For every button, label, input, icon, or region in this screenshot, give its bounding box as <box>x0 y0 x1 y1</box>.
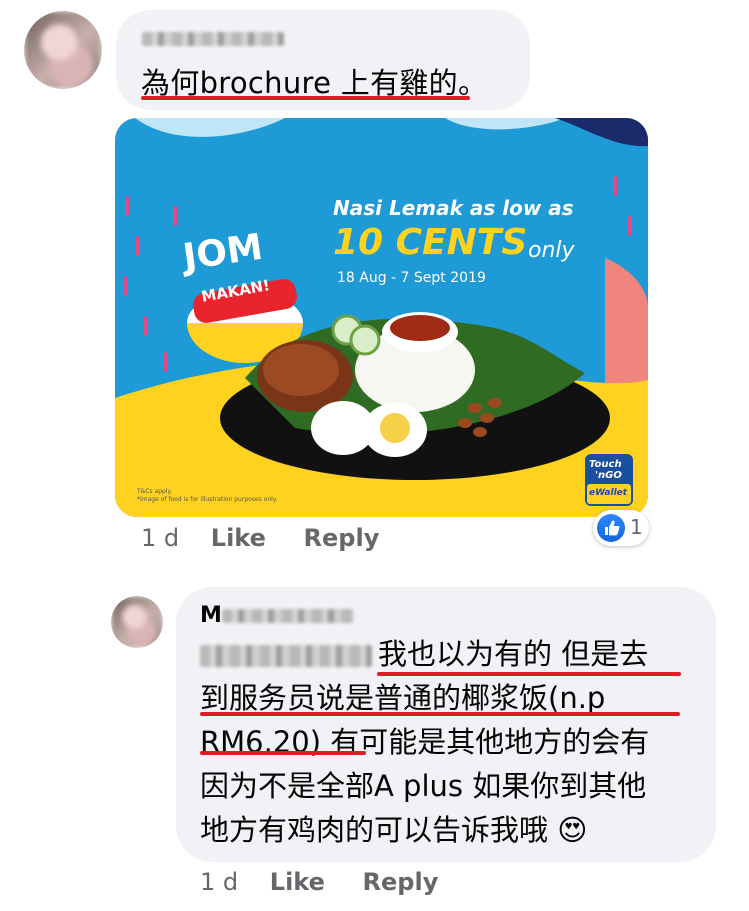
replier-avatar[interactable] <box>111 596 163 648</box>
tng-logo-line3: eWallet <box>589 488 628 498</box>
reply-meta: 1 d Like Reply <box>200 868 438 896</box>
reply-button[interactable]: Reply <box>304 524 380 552</box>
reply-line: RM6.20) 有可能是其他地方的会有 <box>200 725 650 759</box>
promo-disclaimer: *Image of food is for illustration purpo… <box>137 496 278 503</box>
tng-logo-line2: 'nGO <box>595 470 622 481</box>
commenter-name-blurred[interactable] <box>142 32 284 46</box>
like-button[interactable]: Like <box>211 524 266 552</box>
replier-name-blurred[interactable] <box>222 609 354 623</box>
avatar-image <box>24 11 102 89</box>
reply-time[interactable]: 1 d <box>200 868 238 896</box>
promo-only: only <box>528 238 575 263</box>
reply-button[interactable]: Reply <box>363 868 439 896</box>
promo-dates: 18 Aug - 7 Sept 2019 <box>337 270 486 286</box>
promo-headline: Nasi Lemak as low as <box>333 196 574 220</box>
reaction-count[interactable]: 1 <box>593 510 649 546</box>
promo-artwork <box>115 118 648 517</box>
reply-line: 地方有鸡肉的可以告诉我哦 😍 <box>200 813 588 847</box>
commenter-avatar[interactable] <box>24 11 102 89</box>
promo-image[interactable]: JOM MAKAN! Nasi Lemak as low as 10 CENTS… <box>115 118 648 517</box>
like-reaction-icon <box>597 514 625 542</box>
reply-line: 我也以为有的 但是去 <box>378 637 649 671</box>
tng-logo-line1: Touch <box>589 459 622 470</box>
underline-annotation <box>377 672 681 676</box>
replier-name-initial[interactable]: M <box>200 603 222 628</box>
avatar-image <box>111 596 163 648</box>
underline-annotation <box>141 96 470 100</box>
promo-tnc: T&Cs apply. <box>137 488 173 495</box>
comment-meta: 1 d Like Reply <box>141 524 379 552</box>
underline-annotation <box>200 751 366 755</box>
like-button[interactable]: Like <box>270 868 325 896</box>
reply-line: 因为不是全部A plus 如果你到其他 <box>200 769 647 803</box>
comment-time[interactable]: 1 d <box>141 524 179 552</box>
underline-annotation <box>200 712 680 716</box>
reply-text: 我也以为有的 但是去 到服务员说是普通的椰浆饭(n.p RM6.20) 有可能是… <box>200 632 710 852</box>
reaction-count-number: 1 <box>630 515 643 539</box>
promo-price: 10 CENTS <box>333 222 528 263</box>
